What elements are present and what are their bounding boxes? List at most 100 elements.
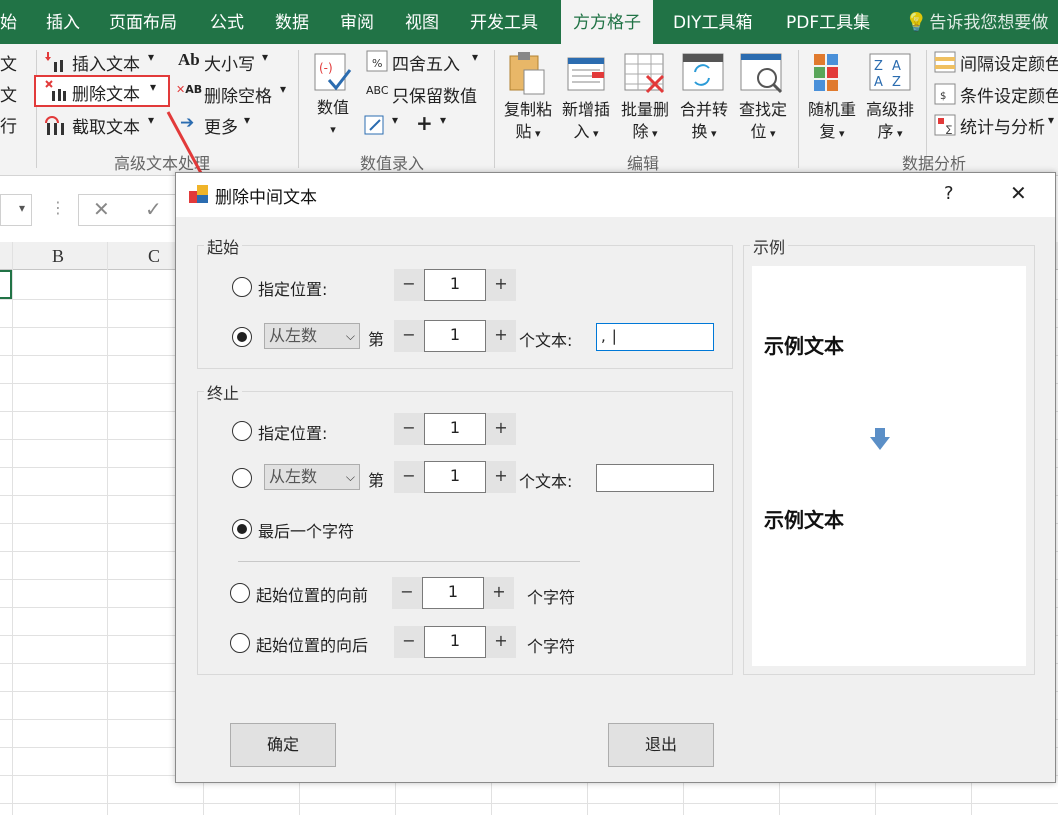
before-start-radio[interactable] xyxy=(230,583,250,603)
tab-developer[interactable]: 开发工具 xyxy=(470,0,538,44)
exit-button[interactable]: 退出 xyxy=(608,723,714,767)
end-text-input[interactable] xyxy=(596,464,714,492)
before-chars-unit: 个字符 xyxy=(527,588,576,607)
svg-text:Z: Z xyxy=(874,59,883,74)
end-text-label: 个文本: xyxy=(519,472,573,491)
plus-button[interactable]: + xyxy=(486,320,516,352)
new-insert-button[interactable]: 新增插 入 ▾ xyxy=(558,50,614,150)
end-direction-select[interactable]: 从左数 ⌵ xyxy=(264,464,360,490)
dropdown-arrow-icon: ▾ xyxy=(148,50,155,64)
minus-button[interactable]: − xyxy=(394,626,424,658)
start-nth-value[interactable]: 1 xyxy=(424,320,486,352)
plus-button[interactable]: + xyxy=(486,413,516,445)
column-header-b[interactable]: B xyxy=(52,246,64,267)
dropdown-arrow-icon: ▾ xyxy=(472,50,479,64)
tab-page-layout[interactable]: 页面布局 xyxy=(109,0,177,44)
minus-button[interactable]: − xyxy=(394,413,424,445)
round-button[interactable]: % 四舍五入 ▾ xyxy=(364,49,484,75)
group-label-number-entry: 数值录入 xyxy=(360,154,425,173)
tab-start[interactable]: 始 xyxy=(0,0,17,44)
minus-button[interactable]: − xyxy=(394,320,424,352)
end-nth-stepper: − 1 + xyxy=(394,461,516,493)
help-button[interactable]: ? xyxy=(944,183,954,204)
insert-text-button[interactable]: 插入文本 ▾ xyxy=(44,49,164,75)
name-box[interactable]: ▾ xyxy=(0,194,32,226)
end-nth-value[interactable]: 1 xyxy=(424,461,486,493)
advanced-sort-label-2-text: 序 xyxy=(877,122,894,141)
start-specify-value[interactable]: 1 xyxy=(424,269,486,301)
column-header-c[interactable]: C xyxy=(148,246,160,267)
plus-button[interactable]: + xyxy=(484,577,514,609)
add-button[interactable]: + ▾ xyxy=(416,111,456,138)
tab-diy-toolbox[interactable]: DIY工具箱 xyxy=(673,0,753,44)
merge-convert-button[interactable]: 合并转 换 ▾ xyxy=(676,50,732,150)
conditional-color-icon: $ xyxy=(934,83,956,105)
tab-review[interactable]: 审阅 xyxy=(340,0,374,44)
start-specify-radio[interactable] xyxy=(232,277,252,297)
start-text-input[interactable]: , | xyxy=(596,323,714,351)
batch-delete-button[interactable]: 批量删 除 ▾ xyxy=(616,50,674,150)
active-cell[interactable] xyxy=(0,270,12,299)
ok-button[interactable]: 确定 xyxy=(230,723,336,767)
svg-text:$: $ xyxy=(940,91,946,102)
ribbon-left-item-1[interactable]: 文 xyxy=(0,50,17,75)
example-before-text: 示例文本 xyxy=(764,336,844,358)
remove-space-button[interactable]: ✕AB 删除空格 ▾ xyxy=(176,81,292,107)
plus-button[interactable]: + xyxy=(486,461,516,493)
remove-space-icon: ✕AB xyxy=(176,83,203,96)
cancel-x-icon[interactable]: ✕ xyxy=(93,197,110,221)
end-last-char-radio[interactable] xyxy=(232,519,252,539)
tab-data[interactable]: 数据 xyxy=(275,0,309,44)
interval-color-label: 间隔设定颜色 xyxy=(960,55,1058,75)
tab-formulas[interactable]: 公式 xyxy=(210,0,244,44)
statistics-button[interactable]: ∑ 统计与分析 ▾ xyxy=(934,112,1058,138)
tab-fangfang[interactable]: 方方格子 xyxy=(561,0,653,44)
minus-button[interactable]: − xyxy=(392,577,422,609)
conditional-color-label: 条件设定颜色 xyxy=(960,87,1058,107)
random-repeat-button[interactable]: 随机重 复 ▾ xyxy=(804,50,860,150)
tab-pdf-tools[interactable]: PDF工具集 xyxy=(786,0,870,44)
end-specify-value[interactable]: 1 xyxy=(424,413,486,445)
value-button[interactable]: (-) 数值 ▾ xyxy=(306,50,360,146)
tell-me-search[interactable]: 💡 告诉我您想要做 xyxy=(905,0,1048,44)
end-specify-radio[interactable] xyxy=(232,421,252,441)
close-button[interactable]: ✕ xyxy=(1010,181,1027,205)
extract-text-icon xyxy=(45,116,64,135)
advanced-sort-button[interactable]: ZAAZ 高级排 序 ▾ xyxy=(862,50,918,150)
plus-button[interactable]: + xyxy=(486,626,516,658)
end-direction-value: 从左数 xyxy=(269,467,318,486)
after-start-stepper: − 1 + xyxy=(394,626,516,658)
conditional-color-button[interactable]: $ 条件设定颜色 xyxy=(934,81,1058,107)
after-start-radio[interactable] xyxy=(230,633,250,653)
end-nth-label: 第 xyxy=(368,471,385,490)
ribbon-left-item-3[interactable]: 行 xyxy=(0,112,17,137)
plus-button[interactable]: + xyxy=(486,269,516,301)
after-chars-unit: 个字符 xyxy=(527,637,576,656)
tab-view[interactable]: 视图 xyxy=(405,0,439,44)
extract-text-button[interactable]: 截取文本 ▾ xyxy=(44,112,164,138)
interval-color-button[interactable]: 间隔设定颜色 xyxy=(934,49,1058,75)
minus-button[interactable]: − xyxy=(394,461,424,493)
end-specify-label: 指定位置: xyxy=(258,424,328,443)
sort-az-icon: Z AA Z xyxy=(869,53,911,91)
start-direction-select[interactable]: 从左数 ⌵ xyxy=(264,323,360,349)
tab-insert[interactable]: 插入 xyxy=(46,0,80,44)
after-start-value[interactable]: 1 xyxy=(424,626,486,658)
start-nth-text-radio[interactable] xyxy=(232,327,252,347)
copy-paste-button[interactable]: 复制粘 贴 ▾ xyxy=(500,50,556,150)
find-locate-label-2-text: 位 xyxy=(750,122,767,141)
find-locate-button[interactable]: 查找定 位 ▾ xyxy=(734,50,792,150)
confirm-check-icon[interactable]: ✓ xyxy=(145,197,162,221)
end-nth-text-radio[interactable] xyxy=(232,468,252,488)
example-legend: 示例 xyxy=(750,234,789,258)
minus-button[interactable]: − xyxy=(394,269,424,301)
before-start-value[interactable]: 1 xyxy=(422,577,484,609)
ribbon-left-item-2[interactable]: 文 xyxy=(0,81,17,106)
start-direction-value: 从左数 xyxy=(269,326,318,345)
dropdown-arrow-icon: ▾ xyxy=(330,123,336,136)
edit-number-button[interactable]: ▾ xyxy=(364,112,408,138)
delete-text-button[interactable]: 删除文本 ▾ xyxy=(34,75,170,107)
keep-number-button[interactable]: ABC 只保留数值 xyxy=(366,81,486,107)
case-button[interactable]: Ab 大小写 ▾ xyxy=(178,49,278,75)
dropdown-arrow-icon: ▾ xyxy=(244,113,251,127)
